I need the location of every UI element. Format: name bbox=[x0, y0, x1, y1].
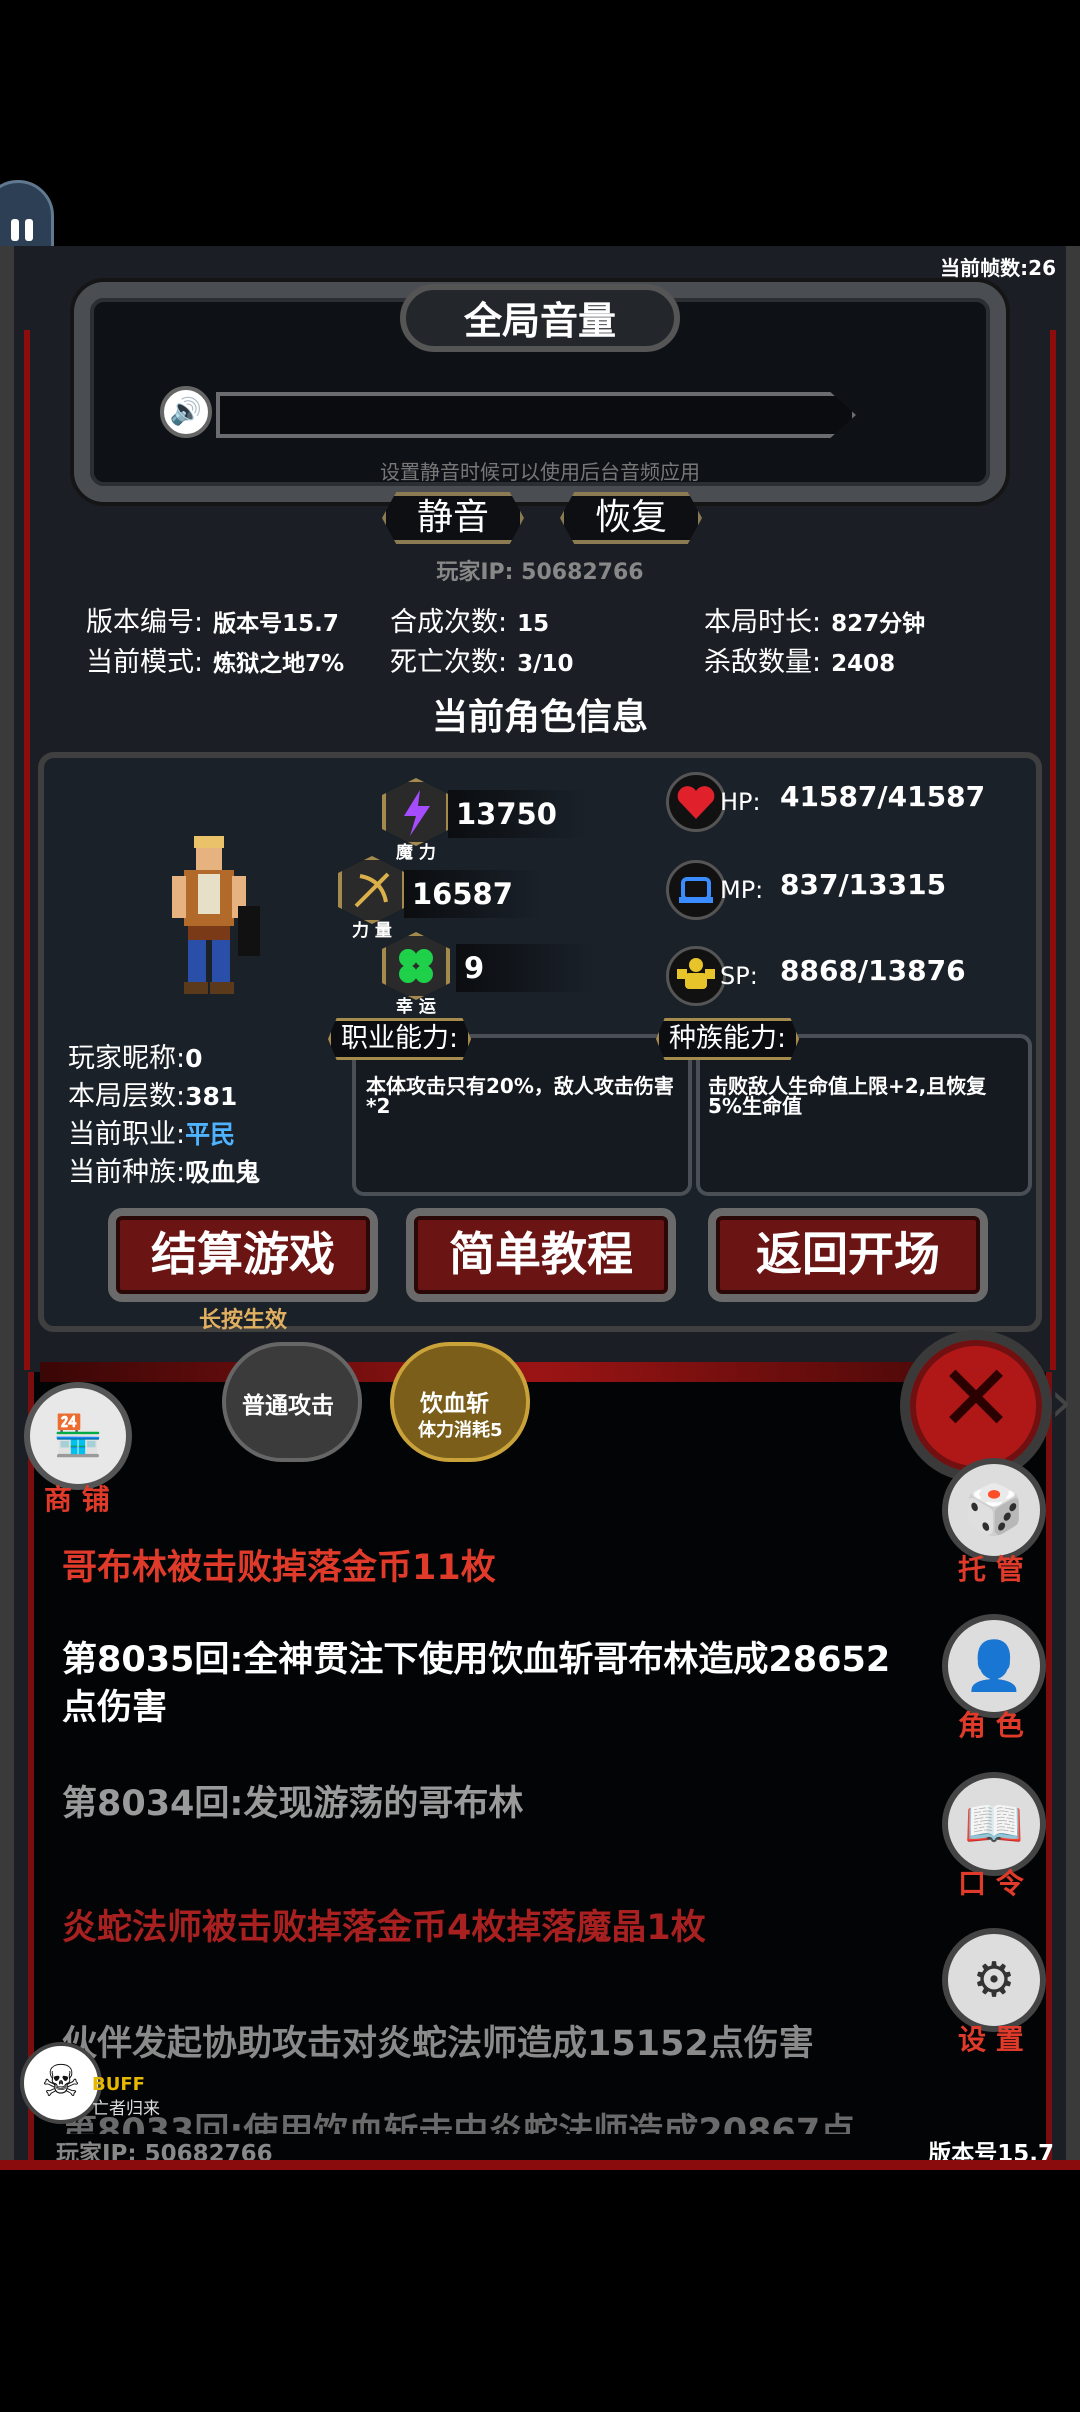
nickname-label: 玩家昵称: bbox=[68, 1043, 186, 1074]
tutorial-button[interactable]: 简单教程 bbox=[406, 1208, 676, 1302]
volume-title: 全局音量 bbox=[463, 299, 616, 343]
log-line-0: 哥布林被击败掉落金币11枚 bbox=[62, 1548, 496, 1588]
mp-value: 837/13315 bbox=[780, 868, 947, 901]
code-label: 口 令 bbox=[958, 1867, 1024, 1900]
frame-red-trim-right bbox=[1050, 330, 1056, 1370]
log-line-5: 第8033回:使用饮血斩击中炎蛇法师造成20867点 bbox=[62, 2112, 856, 2134]
race-value: 吸血鬼 bbox=[185, 1158, 261, 1187]
skull-icon[interactable]: ☠ bbox=[20, 2042, 102, 2124]
merge-stat: 合成次数: 15 bbox=[390, 600, 549, 639]
hooded-figure-icon[interactable]: 👤 bbox=[942, 1614, 1046, 1718]
log-border-left bbox=[28, 1372, 34, 2162]
kills-value: 2408 bbox=[831, 651, 896, 677]
log-line-2: 第8034回:发现游荡的哥布林 bbox=[62, 1784, 524, 1824]
player-ip: 玩家IP: 50682766 bbox=[436, 560, 644, 585]
luck-value: 9 bbox=[456, 944, 594, 992]
mp-label: MP: bbox=[720, 876, 764, 904]
buff-name: 亡者归来 bbox=[92, 2099, 160, 2119]
bottom-red-bar bbox=[0, 2160, 1080, 2170]
gear-icon[interactable]: ⚙ bbox=[942, 1928, 1046, 2032]
mode-label: 当前模式: bbox=[86, 647, 204, 678]
merge-label: 合成次数: bbox=[390, 607, 508, 638]
log-border-right bbox=[1046, 1372, 1052, 2162]
buff-label: BUFF bbox=[92, 2074, 145, 2095]
time-value: 827分钟 bbox=[831, 611, 926, 637]
version-value: 版本号15.7 bbox=[213, 611, 339, 637]
strength-value: 16587 bbox=[404, 870, 542, 918]
settle-game-button[interactable]: 结算游戏 bbox=[108, 1208, 378, 1302]
race-ability-tag: 种族能力: bbox=[656, 1018, 800, 1060]
blood-slash-label: 饮血斩 bbox=[420, 1391, 489, 1417]
auto-label: 托 管 bbox=[958, 1553, 1024, 1586]
hp-label: HP: bbox=[720, 788, 761, 816]
job-value: 平民 bbox=[185, 1120, 236, 1149]
shop-label: 商 铺 bbox=[44, 1483, 110, 1516]
floor-row: 本局层数:381 bbox=[68, 1074, 237, 1113]
log-top-bar bbox=[40, 1362, 1040, 1382]
settings-label: 设 置 bbox=[958, 2023, 1024, 2056]
settle-hint: 长按生效 bbox=[198, 1308, 287, 1333]
magic-label: 魔 力 bbox=[396, 843, 436, 863]
close-icon[interactable]: ✕ bbox=[900, 1330, 1052, 1482]
kills-stat: 杀敌数量: 2408 bbox=[704, 640, 895, 679]
normal-attack-label: 普通攻击 bbox=[242, 1393, 334, 1419]
magic-value: 13750 bbox=[448, 790, 586, 838]
heart-icon bbox=[666, 772, 726, 832]
sp-label: SP: bbox=[720, 962, 758, 990]
muscle-icon bbox=[666, 946, 726, 1006]
sp-value: 8868/13876 bbox=[780, 954, 966, 987]
death-stat: 死亡次数: 3/10 bbox=[390, 640, 574, 679]
dice-icon[interactable]: 🎲 bbox=[942, 1458, 1046, 1562]
luck-label: 幸 运 bbox=[396, 997, 436, 1017]
frame-red-trim-left bbox=[24, 330, 30, 1370]
fps-counter: 当前帧数:26 bbox=[940, 256, 1056, 280]
character-label: 角 色 bbox=[958, 1709, 1024, 1742]
nickname-value: 0 bbox=[185, 1044, 203, 1073]
mode-stat: 当前模式: 炼狱之地7% bbox=[86, 640, 344, 679]
race-row: 当前种族:吸血鬼 bbox=[68, 1150, 260, 1189]
time-label: 本局时长: bbox=[704, 607, 822, 638]
mute-button[interactable]: 静音 bbox=[382, 492, 524, 544]
book-icon[interactable]: 📖 bbox=[942, 1772, 1046, 1876]
role-section-title: 当前角色信息 bbox=[431, 697, 648, 738]
race-ability-text: 击败敌人生命值上限+2,且恢复5%生命值 bbox=[708, 1074, 987, 1118]
death-value: 3/10 bbox=[517, 651, 574, 677]
strength-label: 力 量 bbox=[352, 921, 392, 941]
restore-button[interactable]: 恢复 bbox=[560, 492, 702, 544]
version-label: 版本编号: bbox=[86, 607, 204, 638]
nickname-row: 玩家昵称:0 bbox=[68, 1036, 203, 1075]
time-stat: 本局时长: 827分钟 bbox=[704, 600, 925, 639]
log-line-3: 炎蛇法师被击败掉落金币4枚掉落魔晶1枚 bbox=[62, 1908, 706, 1948]
speaker-icon[interactable]: 🔊 bbox=[160, 386, 212, 438]
mode-value: 炼狱之地7% bbox=[213, 651, 345, 677]
log-line-1: 第8035回:全神贯注下使用饮血斩哥布林造成28652点伤害 bbox=[62, 1640, 891, 1728]
job-label: 当前职业: bbox=[68, 1119, 186, 1150]
race-label: 当前种族: bbox=[68, 1157, 186, 1188]
version-stat: 版本编号: 版本号15.7 bbox=[86, 600, 339, 639]
death-label: 死亡次数: bbox=[390, 647, 508, 678]
floor-value: 381 bbox=[185, 1082, 238, 1111]
log-line-4: 伙伴发起协助攻击对炎蛇法师造成15152点伤害 bbox=[62, 2024, 814, 2064]
merge-value: 15 bbox=[517, 611, 550, 637]
volume-slider[interactable] bbox=[216, 392, 856, 438]
return-start-button[interactable]: 返回开场 bbox=[708, 1208, 988, 1302]
shop-icon[interactable]: 🏪 bbox=[24, 1382, 132, 1490]
hp-value: 41587/41587 bbox=[780, 780, 986, 813]
floor-label: 本局层数: bbox=[68, 1081, 186, 1112]
kills-label: 杀敌数量: bbox=[704, 647, 822, 678]
volume-hint: 设置静音时候可以使用后台音频应用 bbox=[380, 460, 700, 484]
job-ability-tag: 职业能力: bbox=[328, 1018, 472, 1060]
job-row: 当前职业:平民 bbox=[68, 1112, 235, 1151]
mana-icon bbox=[666, 860, 726, 920]
chevron-right-icon[interactable]: › bbox=[1050, 1370, 1072, 1435]
blood-slash-cost: 体力消耗5 bbox=[418, 1420, 503, 1441]
hero-sprite bbox=[172, 836, 260, 994]
job-ability-text: 本体攻击只有20%，敌人攻击伤害*2 bbox=[366, 1074, 674, 1118]
